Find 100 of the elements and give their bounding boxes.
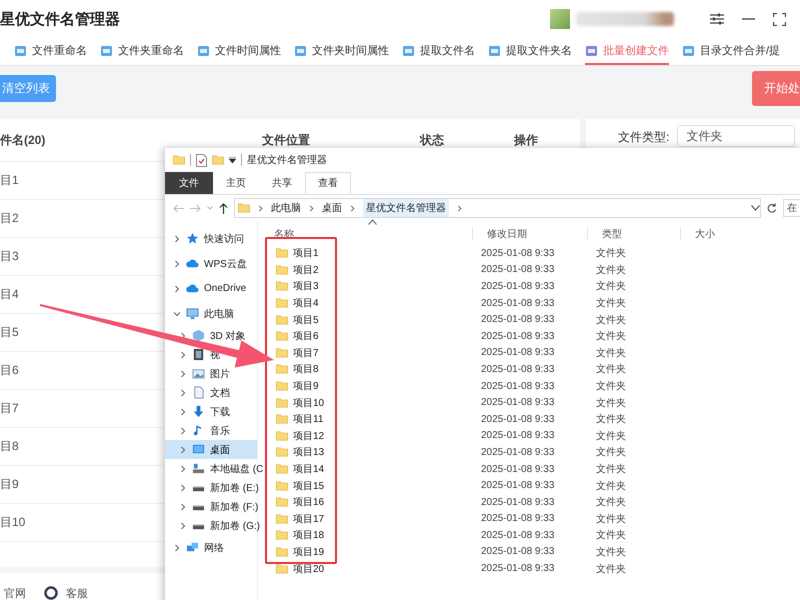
file-name[interactable]: 项目2 [276,262,319,277]
refresh-icon[interactable] [767,203,777,213]
file-name-text: 项目10 [293,396,324,410]
table-cell: 目9 [0,476,19,493]
tab[interactable]: 文件夹时间属性 [294,38,389,65]
chevron-right-icon[interactable] [173,284,181,292]
file-name[interactable]: 项目12 [276,428,324,443]
file-name[interactable]: 项目8 [276,362,319,376]
nav-item[interactable]: 新加卷 (E:) [179,480,259,494]
file-name[interactable]: 项目16 [276,495,324,510]
file-name[interactable]: 项目5 [276,312,319,327]
dropdown-icon[interactable] [229,157,236,163]
type-cell-text: 文件夹 [595,296,627,310]
nav-item[interactable]: 此电脑 [173,306,234,320]
settings-icon[interactable] [710,13,724,25]
properties-icon[interactable] [196,154,207,166]
tab[interactable]: 文件时间属性 [197,38,281,65]
file-name[interactable]: 项目1 [276,246,319,260]
chevron-down-icon[interactable] [173,310,181,318]
chevron-right-icon[interactable] [179,502,187,510]
chevron-right-icon[interactable] [179,388,187,396]
address-bar[interactable]: 此电脑 桌面 星优文件名管理器 [234,198,761,218]
file-name[interactable]: 项目9 [276,379,319,394]
chevron-right-icon[interactable] [179,426,187,434]
doc-icon [192,386,205,399]
column-header[interactable]: 修改日期 [473,227,588,241]
support-link[interactable]: 客服 [66,586,88,600]
ribbon-tab[interactable]: 文件 [165,172,213,194]
file-icon [488,44,501,56]
nav-item[interactable]: 图片 [179,366,230,380]
file-name[interactable]: 项目10 [276,396,324,410]
chevron-right-icon[interactable] [179,370,187,378]
breadcrumb-item[interactable]: 桌面 [322,201,342,215]
file-name[interactable]: 项目14 [276,462,324,476]
column-header[interactable]: 大小 [681,227,800,241]
type-cell-text: 文件夹 [595,546,627,559]
type-cell-text: 文件夹 [595,412,627,426]
file-name[interactable]: 项目18 [276,528,324,542]
nav-item[interactable]: 下载 [179,404,230,418]
chevron-right-icon[interactable] [179,522,187,530]
table-cell: 目6 [0,362,19,379]
file-name[interactable]: 项目20 [276,562,324,576]
file-name[interactable]: 项目3 [276,279,319,294]
column-header: 状态 [420,132,445,148]
website-link[interactable]: 官网 [4,586,26,600]
nav-item[interactable]: 快速访问 [173,232,244,246]
chevron-right-icon[interactable] [173,260,181,268]
chevron-right-icon[interactable] [179,350,187,358]
nav-item[interactable]: 新加卷 (G:) [179,518,260,532]
maximize-icon[interactable] [773,12,786,26]
file-name[interactable]: 项目4 [276,296,319,310]
chevron-right-icon[interactable] [179,464,187,472]
type-cell-text: 文件夹 [595,562,627,576]
chevron-right-icon[interactable] [179,484,187,492]
breadcrumb-item[interactable]: 此电脑 [271,201,301,215]
tab[interactable]: 文件重命名 [14,38,87,65]
file-name[interactable]: 项目17 [276,512,324,526]
chevron-right-icon[interactable] [173,234,181,242]
file-name[interactable]: 项目11 [276,412,324,426]
chevron-right-icon[interactable] [173,544,181,552]
file-name[interactable]: 项目19 [276,544,324,559]
chevron-right-icon[interactable] [179,408,187,416]
file-type-select[interactable]: 文件夹 [677,125,796,147]
up-icon[interactable] [219,202,228,214]
date-cell-text: 2025-01-08 9:33 [480,330,556,342]
chevron-right-icon[interactable] [179,446,187,454]
file-name-text: 项目16 [293,496,324,510]
folder-icon [276,480,288,491]
nav-item[interactable]: 桌面 [179,442,230,456]
nav-item[interactable]: OneDrive [173,282,246,295]
nav-item[interactable]: 音乐 [179,424,230,438]
tab[interactable]: 目录文件合并/提 [682,38,780,65]
date-cell-text: 2025-01-08 9:33 [480,280,556,292]
file-name[interactable]: 项目15 [276,478,324,493]
nav-item[interactable]: WPS云盘 [173,256,247,270]
sort-caret-icon[interactable] [368,219,377,225]
chevron-down-icon[interactable] [751,205,760,211]
type-cell-text: 文件夹 [595,264,627,277]
file-name[interactable]: 项目6 [276,329,319,344]
file-name-text: 项目7 [293,346,319,360]
breadcrumb-item[interactable]: 星优文件名管理器 [363,199,449,217]
column-header: 件名(20) [0,132,46,148]
nav-item[interactable]: 新加卷 (F:) [179,500,258,514]
file-name[interactable]: 项目13 [276,445,324,460]
file-name[interactable]: 项目7 [276,346,319,360]
nav-item[interactable]: 本地磁盘 (C [179,462,264,476]
file-icon [100,44,113,56]
ribbon-tab[interactable]: 查看 [305,172,351,194]
column-header[interactable]: 类型 [588,227,681,241]
type-cell-text: 文件夹 [595,346,627,360]
nav-item[interactable]: 网络 [173,540,224,554]
tab[interactable]: 提取文件名 [402,38,475,65]
type-cell-text: 文件夹 [595,528,627,542]
tab[interactable]: 文件夹重命名 [100,38,184,65]
table-cell: 目8 [0,438,19,455]
nav-item[interactable]: 3D 对象 [179,328,246,342]
search-field[interactable]: 在 [783,199,800,217]
minimize-icon[interactable] [742,18,755,20]
tab[interactable]: 提取文件夹名 [488,38,572,65]
nav-item[interactable]: 文档 [179,386,230,400]
